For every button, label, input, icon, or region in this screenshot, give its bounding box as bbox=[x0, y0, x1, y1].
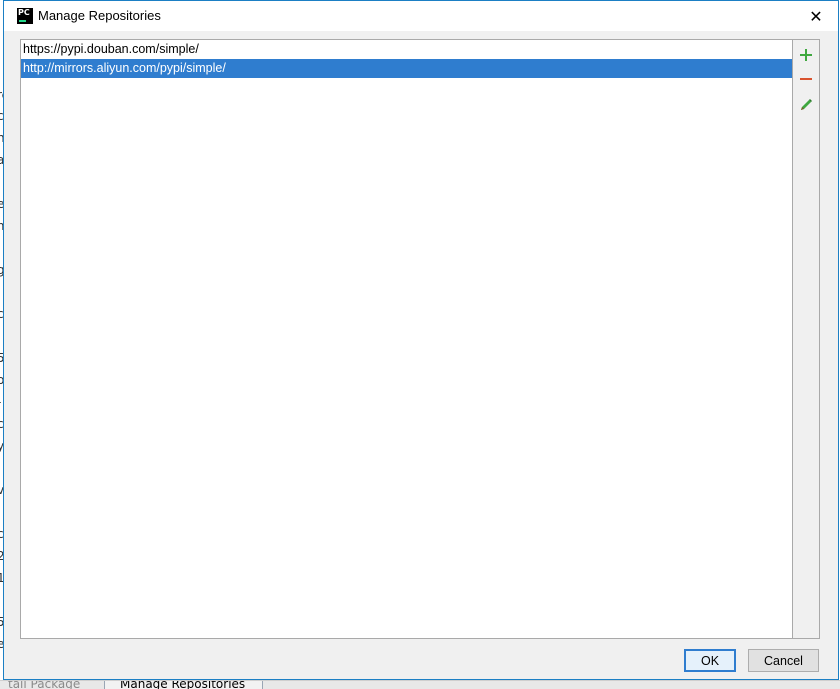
close-button[interactable]: ✕ bbox=[794, 1, 838, 31]
app-icon-bar bbox=[19, 20, 26, 22]
remove-repository-button[interactable] bbox=[797, 70, 815, 88]
close-icon: ✕ bbox=[809, 6, 823, 26]
plus-icon bbox=[797, 46, 815, 64]
edit-repository-button[interactable] bbox=[797, 96, 815, 114]
app-icon-label: PC bbox=[18, 8, 30, 17]
manage-repositories-dialog: PC Manage Repositories ✕ https://pypi.do… bbox=[3, 0, 839, 680]
pencil-icon bbox=[801, 99, 812, 110]
repository-item-selected[interactable]: http://mirrors.aliyun.com/pypi/simple/ bbox=[21, 59, 792, 78]
pycharm-icon: PC bbox=[17, 8, 33, 24]
minus-icon bbox=[797, 70, 815, 88]
repository-item[interactable]: https://pypi.douban.com/simple/ bbox=[21, 40, 792, 59]
title-bar[interactable]: PC Manage Repositories ✕ bbox=[4, 1, 838, 31]
repository-toolbar bbox=[792, 39, 820, 639]
repository-list[interactable]: https://pypi.douban.com/simple/ http://m… bbox=[20, 39, 792, 639]
dialog-title: Manage Repositories bbox=[38, 8, 161, 23]
cancel-button[interactable]: Cancel bbox=[748, 649, 819, 672]
ok-button[interactable]: OK bbox=[684, 649, 736, 672]
add-repository-button[interactable] bbox=[797, 46, 815, 64]
background-text-fragment: - bbox=[0, 395, 1, 409]
